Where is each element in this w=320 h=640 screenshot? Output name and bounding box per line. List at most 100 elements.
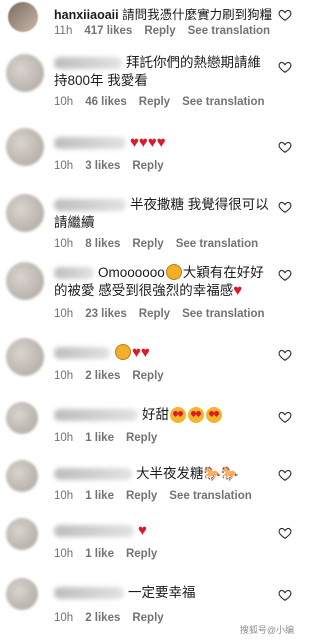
comment-time: 10h bbox=[54, 238, 74, 250]
comment-meta: 10h 23 likes Reply See translation bbox=[54, 308, 277, 320]
comment-item: Omoooooo 大穎有在好好的被愛 感受到很強烈的幸福感♥ 10h 23 like… bbox=[0, 260, 302, 328]
blurred-username bbox=[54, 525, 134, 538]
heart-eyes-face-icon bbox=[188, 407, 204, 424]
likes-count[interactable]: 46 likes bbox=[85, 96, 127, 108]
like-heart-icon[interactable] bbox=[278, 268, 292, 282]
red-heart-icon: ♥ bbox=[132, 344, 141, 361]
likes-count[interactable]: 1 like bbox=[85, 490, 114, 502]
red-heart-icon: ♥ bbox=[130, 134, 139, 151]
reply-button[interactable]: Reply bbox=[126, 548, 157, 560]
avatar[interactable] bbox=[6, 338, 44, 376]
likes-count[interactable]: 1 like bbox=[85, 432, 114, 444]
avatar[interactable] bbox=[6, 402, 38, 434]
reply-button[interactable]: Reply bbox=[132, 238, 163, 250]
red-heart-icon: ♥ bbox=[140, 344, 150, 361]
likes-count[interactable]: 3 likes bbox=[85, 160, 120, 172]
comment-text: ♥ bbox=[54, 522, 272, 540]
like-heart-icon[interactable] bbox=[278, 60, 292, 74]
comment-item: 好甜 10h 1 like Reply bbox=[0, 398, 302, 450]
comment-item: ♥♥♥♥ 10h 3 likes Reply bbox=[0, 122, 302, 182]
comment-meta: 10h 1 like Reply bbox=[54, 432, 169, 444]
likes-count[interactable]: 1 like bbox=[85, 548, 114, 560]
comment-text: 一定要幸福 bbox=[54, 584, 272, 602]
pleading-face-icon bbox=[165, 264, 182, 281]
avatar[interactable] bbox=[6, 518, 38, 550]
like-heart-icon[interactable] bbox=[278, 468, 292, 482]
see-translation-button[interactable]: See translation bbox=[169, 490, 251, 502]
comment-time: 10h bbox=[54, 612, 74, 624]
blurred-username bbox=[54, 137, 126, 150]
reply-button[interactable]: Reply bbox=[139, 96, 170, 108]
likes-count[interactable]: 8 likes bbox=[85, 238, 120, 250]
likes-count[interactable]: 417 likes bbox=[84, 25, 132, 37]
comment-meta: 10h 2 likes Reply bbox=[54, 370, 176, 382]
like-heart-icon[interactable] bbox=[278, 8, 292, 22]
comment-meta: 10h 1 like Reply bbox=[54, 548, 169, 560]
like-heart-icon[interactable] bbox=[278, 348, 292, 362]
watermark: 搜狐号@小编 bbox=[235, 621, 298, 638]
comment-time: 10h bbox=[54, 96, 74, 108]
avatar[interactable] bbox=[6, 578, 38, 610]
like-heart-icon[interactable] bbox=[278, 140, 292, 154]
horse-icon: 🐎 bbox=[203, 465, 221, 481]
avatar[interactable] bbox=[6, 194, 44, 232]
comment-time: 10h bbox=[54, 432, 74, 444]
comment-time: 10h bbox=[54, 308, 74, 320]
see-translation-button[interactable]: See translation bbox=[182, 96, 264, 108]
likes-count[interactable]: 2 likes bbox=[85, 370, 120, 382]
comment-time: 10h bbox=[54, 370, 74, 382]
comment-item: ♥♥ 10h 2 likes Reply bbox=[0, 334, 302, 390]
comment-time: 10h bbox=[54, 548, 74, 560]
avatar[interactable] bbox=[6, 262, 44, 300]
avatar[interactable] bbox=[8, 2, 38, 32]
comment-text: Omoooooo 大穎有在好好的被愛 感受到很強烈的幸福感♥ bbox=[54, 264, 272, 300]
comment-item: 拜託你們的熱戀期請維持800年 我愛看 10h 46 likes Reply See … bbox=[0, 48, 302, 120]
reply-button[interactable]: Reply bbox=[126, 432, 157, 444]
red-heart-icon: ♥ bbox=[233, 282, 243, 299]
see-translation-button[interactable]: See translation bbox=[188, 25, 270, 37]
comment-meta: 10h 46 likes Reply See translation bbox=[54, 96, 277, 108]
pleading-face-icon bbox=[115, 344, 131, 361]
comment-body: 請問我憑什麼實力刷到狗糧的文案 bbox=[122, 8, 272, 22]
heart-eyes-face-icon bbox=[170, 407, 186, 424]
heart-eyes-face-icon bbox=[206, 407, 222, 424]
username[interactable]: hanxiiaoaii bbox=[54, 8, 119, 22]
blurred-username bbox=[54, 587, 124, 600]
comment-meta: 10h 8 likes Reply See translation bbox=[54, 238, 270, 250]
comment-item: ♥ 10h 1 like Reply bbox=[0, 514, 302, 566]
like-heart-icon[interactable] bbox=[278, 410, 292, 424]
comment-body: 一定要幸福 bbox=[128, 585, 196, 600]
reply-button[interactable]: Reply bbox=[132, 612, 163, 624]
avatar[interactable] bbox=[6, 128, 44, 166]
blurred-username bbox=[54, 409, 138, 422]
avatar[interactable] bbox=[6, 54, 44, 92]
likes-count[interactable]: 23 likes bbox=[85, 308, 127, 320]
reply-button[interactable]: Reply bbox=[144, 25, 175, 37]
comment-text: 好甜 bbox=[54, 406, 272, 424]
comment-time: 10h bbox=[54, 160, 74, 172]
like-heart-icon[interactable] bbox=[278, 200, 292, 214]
blurred-username bbox=[54, 57, 122, 70]
red-heart-icon: ♥ bbox=[156, 134, 166, 151]
comment-text: 大半夜发糖🐎🐎 bbox=[54, 464, 272, 483]
horse-icon: 🐎 bbox=[220, 465, 239, 481]
blurred-username bbox=[54, 468, 132, 481]
comment-text: ♥♥♥♥ bbox=[54, 134, 272, 152]
like-heart-icon[interactable] bbox=[278, 588, 292, 602]
like-heart-icon[interactable] bbox=[278, 526, 292, 540]
comment-time: 11h bbox=[54, 25, 73, 37]
comment-body: 好甜 bbox=[142, 407, 169, 422]
reply-button[interactable]: Reply bbox=[132, 160, 163, 172]
reply-button[interactable]: Reply bbox=[126, 490, 157, 502]
comment-item: 大半夜发糖🐎🐎 10h 1 like Reply See translation bbox=[0, 456, 302, 508]
comment-meta: 10h 2 likes Reply bbox=[54, 612, 176, 624]
reply-button[interactable]: Reply bbox=[139, 308, 170, 320]
likes-count[interactable]: 2 likes bbox=[85, 612, 120, 624]
reply-button[interactable]: Reply bbox=[132, 370, 163, 382]
see-translation-button[interactable]: See translation bbox=[182, 308, 264, 320]
comment-body: Omoooooo bbox=[98, 265, 165, 280]
comment-meta: 10h 3 likes Reply bbox=[54, 160, 176, 172]
blurred-username bbox=[54, 199, 126, 212]
avatar[interactable] bbox=[6, 460, 38, 492]
see-translation-button[interactable]: See translation bbox=[176, 238, 258, 250]
